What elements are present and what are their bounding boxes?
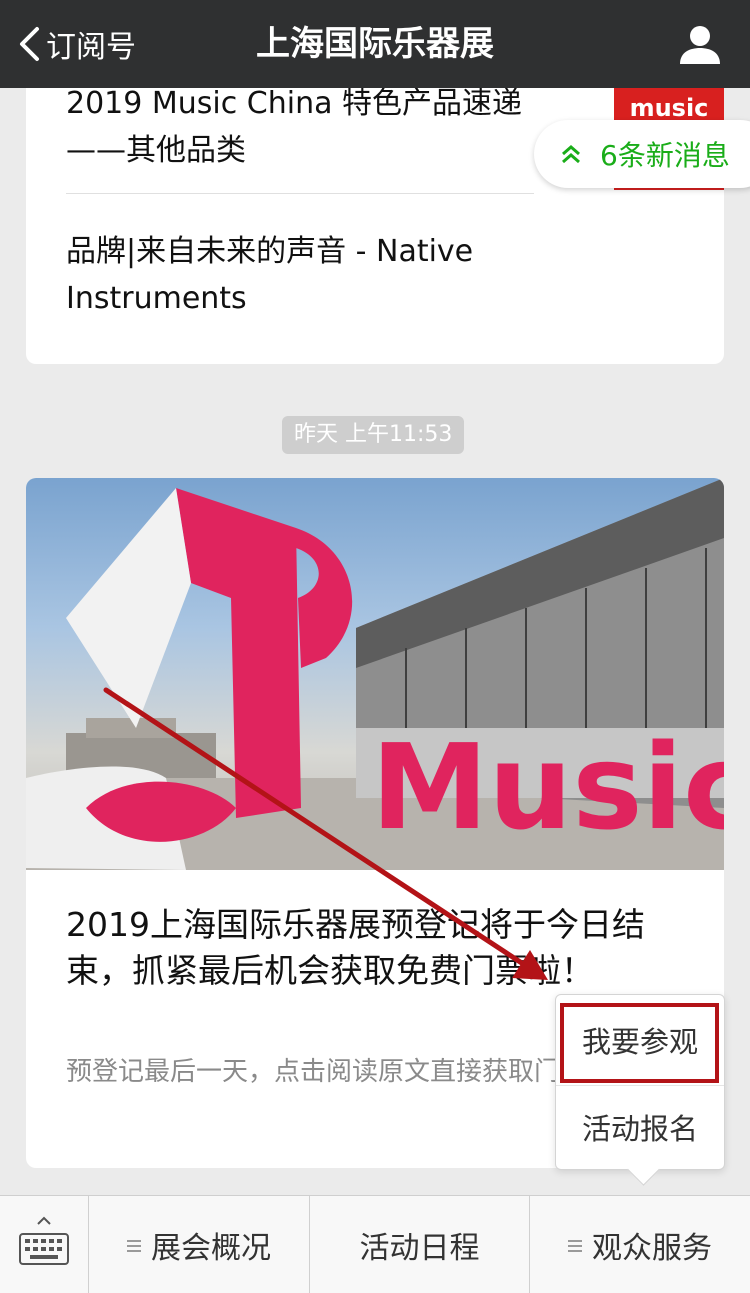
menu-tab-label: 观众服务 [592, 1231, 712, 1266]
bottom-menu-bar: 展会概况 活动日程 观众服务 [0, 1195, 750, 1293]
article-cover-image: Music [26, 478, 724, 870]
new-messages-button[interactable]: 6条新消息 [534, 120, 750, 188]
history-item[interactable]: 品牌|来自未来的声音 - Native Instruments [66, 228, 686, 322]
menu-list-icon [127, 1238, 141, 1252]
history-card: 2019 Music China 特色产品速递——其他品类 music 品牌|来… [26, 70, 724, 364]
person-icon [680, 26, 720, 64]
new-messages-label: 6条新消息 [600, 139, 730, 172]
menu-tab-label: 展会概况 [151, 1231, 271, 1266]
chevron-left-icon [20, 27, 39, 61]
keyboard-icon [19, 1216, 69, 1265]
history-item-title: 2019 Music China 特色产品速递——其他品类 [66, 86, 523, 168]
back-button[interactable]: 订阅号 [18, 0, 136, 88]
cover-sculpture-text: Music [371, 718, 724, 856]
submenu-item-visit[interactable]: 我要参观 [556, 999, 724, 1085]
menu-tab-overview[interactable]: 展会概况 [89, 1196, 310, 1293]
submenu-popup: 我要参观 活动报名 [555, 994, 725, 1170]
top-nav-bar: 订阅号 上海国际乐器展 [0, 0, 750, 88]
menu-tab-schedule[interactable]: 活动日程 [310, 1196, 530, 1293]
thumbnail-logo-text: music [629, 94, 709, 122]
article-title: 2019上海国际乐器展预登记将于今日结束，抓紧最后机会获取免费门票啦！ [66, 905, 645, 990]
message-timestamp: 昨天 上午11:53 [282, 416, 465, 454]
menu-tab-label: 活动日程 [359, 1231, 480, 1266]
history-item-title: 品牌|来自未来的声音 - Native Instruments [66, 234, 474, 316]
divider [66, 193, 534, 194]
menu-tab-visitor-services[interactable]: 观众服务 [530, 1196, 750, 1293]
keyboard-toggle-button[interactable] [0, 1196, 89, 1293]
submenu-item-event-signup[interactable]: 活动报名 [556, 1085, 724, 1171]
double-chevron-up-icon [562, 145, 580, 164]
menu-list-icon [568, 1238, 582, 1252]
back-label: 订阅号 [46, 30, 136, 65]
profile-button[interactable] [678, 22, 722, 66]
